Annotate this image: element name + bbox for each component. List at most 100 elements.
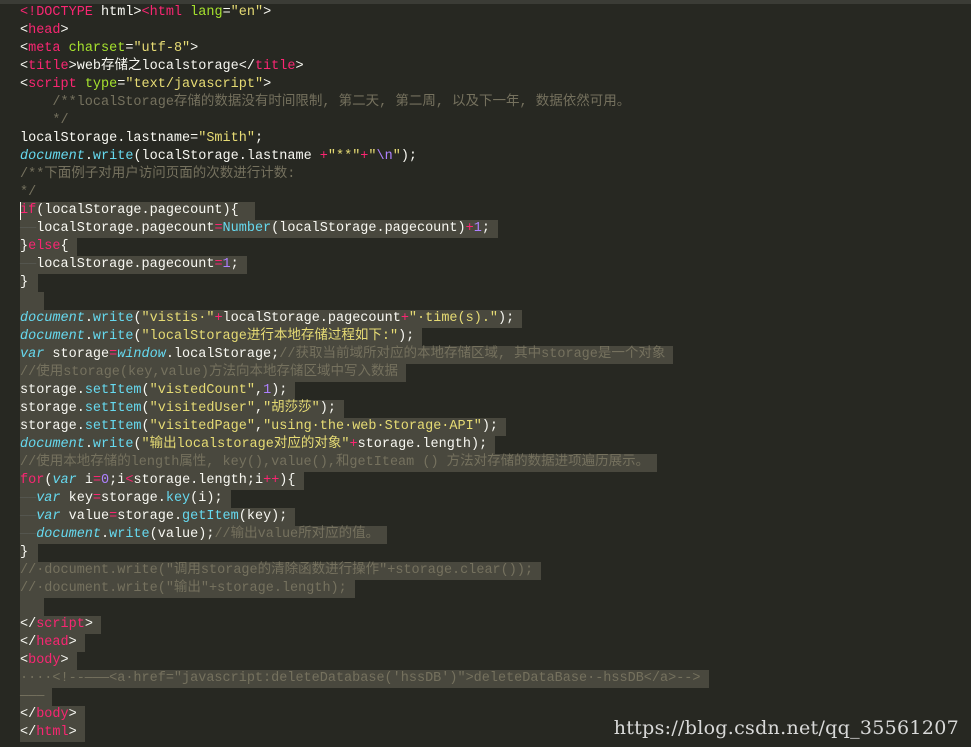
- code-line[interactable]: if(localStorage.pagecount){: [20, 202, 709, 220]
- code-token: "胡莎莎": [263, 401, 320, 416]
- code-token: >: [263, 5, 272, 20]
- code-line[interactable]: <meta charset="utf-8">: [20, 40, 709, 58]
- code-token: "**": [327, 149, 361, 164]
- code-line[interactable]: [20, 598, 709, 616]
- code-token: 1: [263, 383, 272, 398]
- code-token: ,: [254, 419, 264, 434]
- code-line[interactable]: ——localStorage.pagecount=Number(localSto…: [20, 220, 709, 238]
- code-token: localStorage.pagecount: [36, 221, 215, 236]
- code-token: else: [28, 239, 61, 254]
- code-token: "utf-8": [133, 41, 191, 56]
- code-line[interactable]: //·document.write("调用storage的清除函数进行操作"+s…: [20, 562, 709, 580]
- code-line[interactable]: </body>: [20, 706, 709, 724]
- code-token: (: [133, 311, 142, 326]
- code-token: "visitedPage": [149, 419, 255, 434]
- code-line[interactable]: for(var i=0;i<storage.length;i++){: [20, 472, 709, 490]
- code-token: (: [133, 329, 142, 344]
- code-line[interactable]: ——var key=storage.key(i);: [20, 490, 709, 508]
- code-line[interactable]: }: [20, 544, 709, 562]
- code-token: .: [101, 527, 110, 542]
- code-line[interactable]: storage.setItem("visitedUser","胡莎莎");: [20, 400, 709, 418]
- code-token: >: [68, 725, 77, 740]
- code-area[interactable]: <!DOCTYPE html><html lang="en"> <head> <me…: [20, 4, 709, 742]
- selection-highlight: </html>: [20, 724, 85, 742]
- selection-highlight: storage.setItem("visitedUser","胡莎莎");: [20, 400, 344, 418]
- code-token: write: [92, 329, 134, 344]
- code-token: localStorage.pagecount: [222, 311, 401, 326]
- code-line[interactable]: <title>web存储之localstorage</title>: [20, 58, 709, 76]
- code-token: body: [28, 653, 61, 668]
- code-token: <: [20, 653, 29, 668]
- code-token: );: [271, 383, 288, 398]
- selection-highlight: </head>: [20, 634, 85, 652]
- code-line[interactable]: </head>: [20, 634, 709, 652]
- code-line[interactable]: <!DOCTYPE html><html lang="en">: [20, 4, 709, 22]
- code-line[interactable]: document.write("输出localstorage对应的对象"+sto…: [20, 436, 709, 454]
- code-token: ,: [254, 401, 264, 416]
- code-line[interactable]: //使用storage(key,value)方法向本地存储区域中写入数据: [20, 364, 709, 382]
- code-token: ": [392, 149, 401, 164]
- code-token: );: [400, 149, 418, 164]
- code-token: */: [20, 113, 69, 128]
- code-line[interactable]: <body>: [20, 652, 709, 670]
- code-token: var: [36, 509, 61, 524]
- code-line[interactable]: /**localStorage存储的数据没有时间限制, 第二天, 第二周, 以及…: [20, 94, 709, 112]
- code-line[interactable]: [20, 292, 709, 310]
- code-line[interactable]: //·document.write("输出"+storage.length);: [20, 580, 709, 598]
- code-token: ){: [279, 473, 296, 488]
- code-line[interactable]: //使用本地存储的length属性, key(),value(),和getIte…: [20, 454, 709, 472]
- code-token: }: [20, 239, 29, 254]
- code-token: (localStorage.pagecount){: [36, 203, 247, 218]
- code-token: ——: [20, 257, 37, 272]
- code-line[interactable]: document.write(localStorage.lastname +"*…: [20, 148, 709, 166]
- code-token: >: [263, 77, 272, 92]
- code-token: >web存储之localstorage</: [68, 59, 255, 74]
- code-token: ——: [20, 491, 37, 506]
- code-token: =: [92, 491, 102, 506]
- code-token: +: [465, 221, 474, 236]
- code-token: ;: [481, 221, 490, 236]
- code-line[interactable]: */: [20, 184, 709, 202]
- code-token: 1: [222, 257, 231, 272]
- code-editor[interactable]: <!DOCTYPE html><html lang="en"> <head> <me…: [0, 0, 971, 747]
- selection-highlight: </body>: [20, 706, 85, 724]
- code-line[interactable]: ——document.write(value);//输出value所对应的值。: [20, 526, 709, 544]
- code-line[interactable]: ———: [20, 688, 709, 706]
- code-token: write: [92, 311, 134, 326]
- code-token: if: [20, 203, 37, 218]
- code-line[interactable]: ····<!--———<a·href="javascript:deleteDat…: [20, 670, 709, 688]
- code-token: storage.: [101, 491, 166, 506]
- code-line[interactable]: storage.setItem("vistedCount",1);: [20, 382, 709, 400]
- code-token: write: [92, 149, 134, 164]
- code-line[interactable]: /**下面例子对用户访问页面的次数进行计数:: [20, 166, 709, 184]
- code-line[interactable]: ——localStorage.pagecount=1;: [20, 256, 709, 274]
- code-token: write: [109, 527, 150, 542]
- code-token: setItem: [84, 383, 142, 398]
- code-line[interactable]: */: [20, 112, 709, 130]
- code-token: "输出localstorage对应的对象": [141, 437, 350, 452]
- code-token: ——: [20, 221, 37, 236]
- code-token: write: [92, 437, 134, 452]
- code-line[interactable]: }else{: [20, 238, 709, 256]
- code-line[interactable]: document.write("vistis·"+localStorage.pa…: [20, 310, 709, 328]
- code-line[interactable]: localStorage.lastname="Smith";: [20, 130, 709, 148]
- code-token: storage.: [20, 419, 85, 434]
- code-line[interactable]: var storage=window.localStorage;//获取当前域所…: [20, 346, 709, 364]
- code-line[interactable]: <head>: [20, 22, 709, 40]
- code-line[interactable]: }: [20, 274, 709, 292]
- code-line[interactable]: </html>: [20, 724, 709, 742]
- code-line[interactable]: <script type="text/javascript">: [20, 76, 709, 94]
- code-line[interactable]: storage.setItem("visitedPage","using·the…: [20, 418, 709, 436]
- code-line[interactable]: ——var value=storage.getItem(key);: [20, 508, 709, 526]
- code-token: +: [214, 311, 223, 326]
- text-cursor: [20, 202, 21, 220]
- code-token: storage.length;i: [133, 473, 264, 488]
- code-token: ": [368, 149, 377, 164]
- code-token: localStorage.pagecount: [36, 257, 215, 272]
- code-token: */: [20, 185, 37, 200]
- code-line[interactable]: document.write("localStorage进行本地存储过程如下:"…: [20, 328, 709, 346]
- code-token: document: [36, 527, 102, 542]
- code-line[interactable]: </script>: [20, 616, 709, 634]
- code-token: title: [28, 59, 69, 74]
